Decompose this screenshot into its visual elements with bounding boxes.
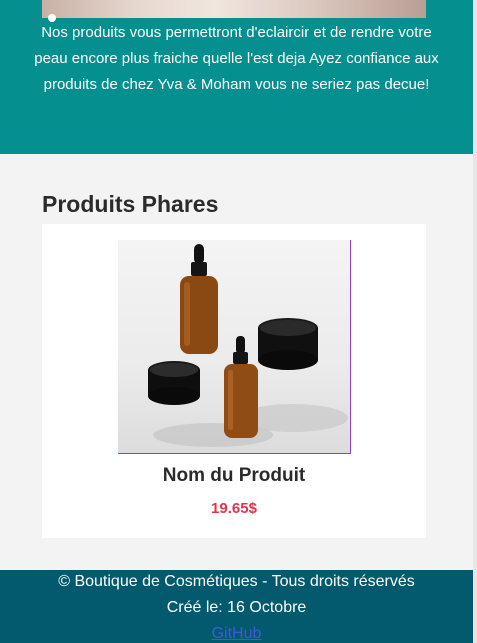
cosmetic-bottles-icon <box>148 244 348 447</box>
page: Nos produits vous permettront d'eclairci… <box>0 0 477 643</box>
footer-copyright: © Boutique de Cosmétiques - Tous droits … <box>58 573 415 590</box>
footer-created-date: Créé le: 16 Octobre <box>166 599 307 616</box>
product-price: 19.65$ <box>211 500 257 517</box>
hero-section: Nos produits vous permettront d'eclairci… <box>0 0 473 154</box>
cosmetic-bottles-image[interactable] <box>118 240 351 454</box>
footer: © Boutique de Cosmétiques - Tous droits … <box>0 570 473 643</box>
product-name: Nom du Produit <box>162 465 306 486</box>
scrollbar[interactable] <box>473 0 477 643</box>
product-card[interactable]: Nom du Produit 19.65$ <box>42 224 426 538</box>
section-title: Produits Phares <box>42 191 219 217</box>
hero-description: Nos produits vous permettront d'eclairci… <box>34 24 439 93</box>
github-link[interactable]: GitHub <box>0 625 473 643</box>
hero-image <box>42 0 426 22</box>
